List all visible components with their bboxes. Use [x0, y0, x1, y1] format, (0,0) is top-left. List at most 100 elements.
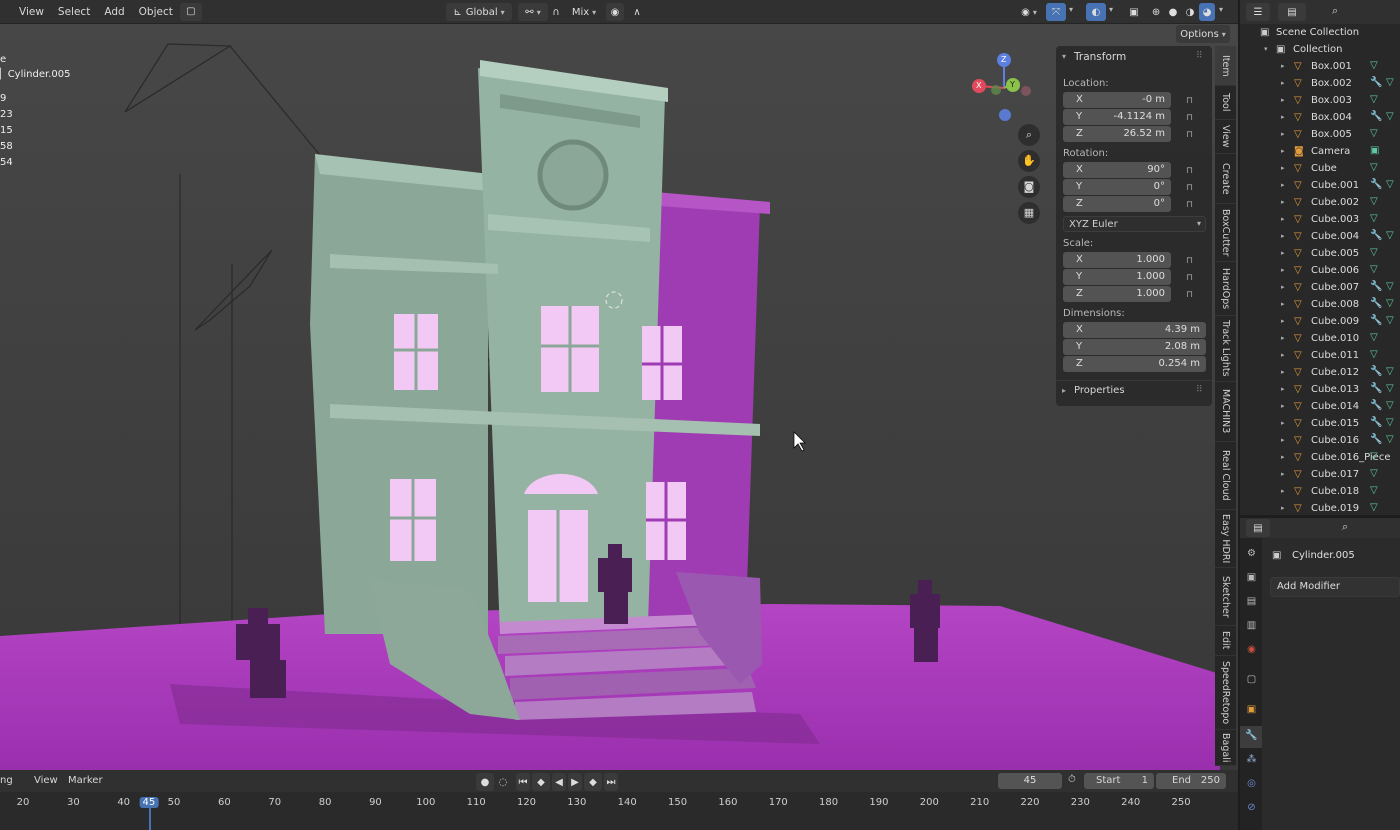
- outliner-item[interactable]: ▸ ▽ Cube.013 🔧 ▽: [1240, 382, 1400, 399]
- chevron-right-icon[interactable]: ▸: [1281, 470, 1285, 478]
- chevron-right-icon[interactable]: ▸: [1281, 419, 1285, 427]
- chevron-right-icon[interactable]: ▸: [1281, 487, 1285, 495]
- outliner-scene-collection[interactable]: ▣ Scene Collection: [1240, 25, 1400, 42]
- outliner-item[interactable]: ▸ ▽ Cube ▽: [1240, 161, 1400, 178]
- menu-view[interactable]: View: [12, 6, 51, 18]
- tab-machin3[interactable]: MACHIN3: [1215, 382, 1236, 442]
- chevron-right-icon[interactable]: ▸: [1281, 334, 1285, 342]
- chevron-right-icon[interactable]: ▸: [1281, 215, 1285, 223]
- scale-y-field[interactable]: Y 1.000: [1063, 269, 1171, 285]
- constraints-tab-icon[interactable]: ⊘: [1245, 802, 1258, 815]
- outliner-item[interactable]: ▸ ▽ Cube.007 🔧 ▽: [1240, 280, 1400, 297]
- mesh-data-icon[interactable]: ▽: [1370, 213, 1378, 224]
- mesh-data-icon[interactable]: ▽: [1386, 230, 1394, 241]
- tab-view[interactable]: View: [1215, 120, 1236, 154]
- menu-playback[interactable]: ng: [0, 775, 13, 786]
- drag-handle-icon[interactable]: ⠿: [1196, 385, 1203, 395]
- object-tab-icon[interactable]: ▣: [1245, 704, 1258, 717]
- outliner-item[interactable]: ▸ ▽ Cube.016_Piece ▽: [1240, 450, 1400, 467]
- mesh-data-icon[interactable]: ▽: [1386, 315, 1394, 326]
- location-z-field[interactable]: Z 26.52 m: [1063, 126, 1171, 142]
- render-tab-icon[interactable]: ▣: [1245, 572, 1258, 585]
- chevron-right-icon[interactable]: ▸: [1281, 436, 1285, 444]
- outliner-item[interactable]: ▸ ▽ Cube.008 🔧 ▽: [1240, 297, 1400, 314]
- drag-handle-icon[interactable]: ⠿: [1196, 51, 1203, 61]
- chevron-right-icon[interactable]: ▸: [1281, 249, 1285, 257]
- mesh-data-icon[interactable]: ▽: [1370, 485, 1378, 496]
- tab-create[interactable]: Create: [1215, 154, 1236, 204]
- modifier-wrench-icon[interactable]: 🔧: [1370, 417, 1382, 428]
- outliner-item[interactable]: ▸ ▽ Cube.016 🔧 ▽: [1240, 433, 1400, 450]
- mesh-data-icon[interactable]: ▽: [1386, 77, 1394, 88]
- xray-toggle[interactable]: ▣: [1126, 3, 1142, 21]
- lock-icon[interactable]: ⊓: [1186, 183, 1198, 193]
- camera-view-icon[interactable]: ◙: [1018, 176, 1040, 198]
- outliner-item[interactable]: ▸ ▽ Cube.015 🔧 ▽: [1240, 416, 1400, 433]
- world-tab-icon[interactable]: ◉: [1245, 644, 1258, 657]
- outliner-item[interactable]: ▸ ▽ Cube.017 ▽: [1240, 467, 1400, 484]
- next-keyframe-button[interactable]: ◆: [584, 773, 602, 791]
- rotation-mode-dropdown[interactable]: XYZ Euler ▾: [1063, 216, 1206, 232]
- outliner-item[interactable]: ▸ ▽ Cube.010 ▽: [1240, 331, 1400, 348]
- transform-orientation-dropdown[interactable]: ⊾ Global ▾: [446, 3, 512, 21]
- outliner-item[interactable]: ▸ ▽ Box.001 ▽: [1240, 59, 1400, 76]
- search-icon[interactable]: ⌕: [1332, 4, 1338, 18]
- shading-material[interactable]: ◑: [1182, 3, 1198, 21]
- lock-icon[interactable]: ⊓: [1186, 130, 1198, 140]
- play-button[interactable]: ▶: [568, 773, 582, 791]
- outliner-item[interactable]: ▸ ▽ Cube.019 ▽: [1240, 501, 1400, 515]
- filter-dropdown[interactable]: ▤: [1278, 3, 1306, 21]
- view-layer-tab-icon[interactable]: ▥: [1245, 620, 1258, 633]
- tab-tool[interactable]: Tool: [1215, 86, 1236, 120]
- menu-view[interactable]: View: [34, 775, 58, 786]
- chevron-right-icon[interactable]: ▸: [1281, 317, 1285, 325]
- mesh-data-icon[interactable]: ▽: [1386, 434, 1394, 445]
- modifier-wrench-icon[interactable]: 🔧: [1370, 230, 1382, 241]
- chevron-right-icon[interactable]: ▸: [1281, 232, 1285, 240]
- options-dropdown[interactable]: Options ▾: [1176, 25, 1230, 43]
- outliner-item[interactable]: ▸ ◙ Camera ▣: [1240, 144, 1400, 161]
- mesh-data-icon[interactable]: ▽: [1370, 468, 1378, 479]
- tab-bagali[interactable]: Bagali: [1215, 730, 1236, 766]
- mesh-data-icon[interactable]: ▽: [1370, 128, 1378, 139]
- mesh-data-icon[interactable]: ▽: [1370, 247, 1378, 258]
- dimensions-x-field[interactable]: X 4.39 m: [1063, 322, 1206, 338]
- menu-select[interactable]: Select: [51, 6, 97, 18]
- chevron-right-icon[interactable]: ▸: [1281, 62, 1285, 70]
- chevron-right-icon[interactable]: ▸: [1281, 402, 1285, 410]
- modifier-wrench-icon[interactable]: 🔧: [1370, 315, 1382, 326]
- jump-start-button[interactable]: ⏮: [516, 773, 530, 791]
- chevron-right-icon[interactable]: ▸: [1281, 351, 1285, 359]
- dimensions-z-field[interactable]: Z 0.254 m: [1063, 356, 1206, 372]
- outliner-item[interactable]: ▸ ▽ Box.002 🔧 ▽: [1240, 76, 1400, 93]
- shading-solid[interactable]: ●: [1165, 3, 1181, 21]
- lock-icon[interactable]: ⊓: [1186, 256, 1198, 266]
- outliner-item[interactable]: ▸ ▽ Cube.014 🔧 ▽: [1240, 399, 1400, 416]
- modifier-wrench-icon[interactable]: 🔧: [1370, 383, 1382, 394]
- modifier-wrench-icon[interactable]: 🔧: [1370, 400, 1382, 411]
- gizmo-z-label[interactable]: Z: [1001, 55, 1006, 64]
- lock-icon[interactable]: ⊓: [1186, 290, 1198, 300]
- tab-easy-hdri[interactable]: Easy HDRI: [1215, 510, 1236, 568]
- outliner-item[interactable]: ▸ ▽ Cube.005 ▽: [1240, 246, 1400, 263]
- start-frame-field[interactable]: Start 1: [1084, 773, 1154, 789]
- outliner-item[interactable]: ▸ ▽ Cube.012 🔧 ▽: [1240, 365, 1400, 382]
- lock-icon[interactable]: ⊓: [1186, 166, 1198, 176]
- collection-tab-icon[interactable]: ▢: [1245, 674, 1258, 687]
- chevron-right-icon[interactable]: ▸: [1281, 198, 1285, 206]
- visibility-dropdown[interactable]: ◉ ▾: [1016, 3, 1042, 21]
- lock-icon[interactable]: ⊓: [1186, 96, 1198, 106]
- camera-data-icon[interactable]: ▣: [1370, 145, 1379, 156]
- mesh-data-icon[interactable]: ▽: [1386, 383, 1394, 394]
- mesh-data-icon[interactable]: ▽: [1370, 162, 1378, 173]
- gizmo-y-label[interactable]: Y: [1010, 80, 1015, 89]
- snap-mode-dropdown[interactable]: Mix ▾: [566, 3, 602, 21]
- pivot-dropdown[interactable]: ⚯ ▾: [518, 3, 548, 21]
- chevron-right-icon[interactable]: ▸: [1281, 504, 1285, 512]
- outliner-item[interactable]: ▸ ▽ Box.004 🔧 ▽: [1240, 110, 1400, 127]
- chevron-right-icon[interactable]: ▸: [1281, 96, 1285, 104]
- lock-icon[interactable]: ⊓: [1186, 113, 1198, 123]
- end-frame-field[interactable]: End 250: [1156, 773, 1226, 789]
- overlays-toggle[interactable]: ◐: [1086, 3, 1106, 21]
- properties-subpanel[interactable]: ▸ Properties ⠿: [1056, 380, 1212, 402]
